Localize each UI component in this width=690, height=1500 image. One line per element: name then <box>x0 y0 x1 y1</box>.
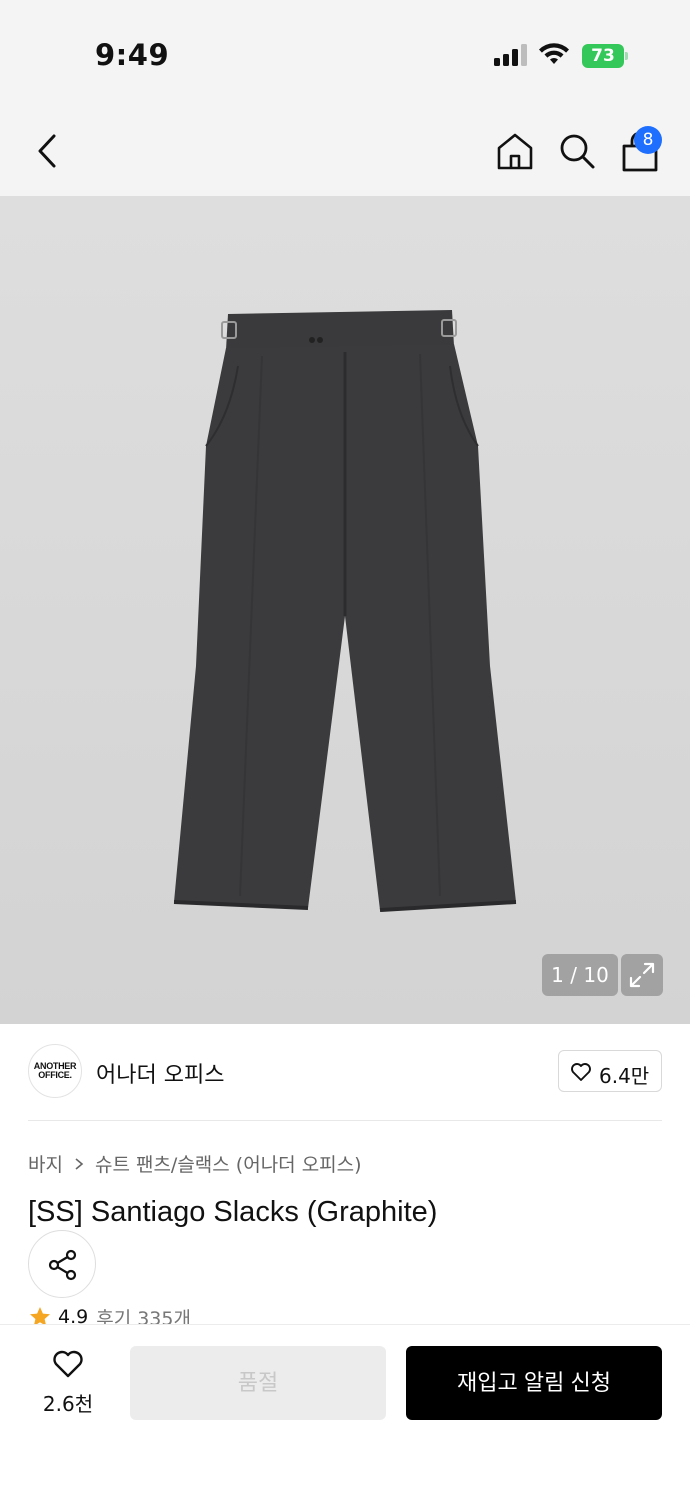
brand-logo-line2: OFFICE. <box>38 1070 72 1080</box>
soldout-button: 품절 <box>130 1346 386 1420</box>
status-time: 9:49 <box>95 38 170 72</box>
status-bar: 9:49 73 <box>0 0 690 100</box>
breadcrumb-category[interactable]: 바지 <box>28 1150 63 1177</box>
brand-name[interactable]: 어나더 오피스 <box>96 1057 224 1089</box>
breadcrumb: 바지 슈트 팬츠/슬랙스 (어나더 오피스) <box>28 1150 362 1177</box>
wishlist-count: 2.6천 <box>42 1392 94 1416</box>
brand-like-button[interactable]: 6.4만 <box>558 1050 662 1092</box>
brand-logo[interactable]: ANOTHER OFFICE. <box>28 1044 82 1098</box>
home-icon[interactable] <box>494 130 536 172</box>
share-button[interactable] <box>28 1230 96 1298</box>
share-icon <box>48 1249 77 1281</box>
image-counter: 1 / 10 <box>542 954 618 996</box>
restock-alert-button[interactable]: 재입고 알림 신청 <box>406 1346 662 1420</box>
battery-percent: 73 <box>591 46 615 66</box>
cart-count-badge: 8 <box>634 126 662 154</box>
back-button[interactable] <box>30 130 66 172</box>
cellular-signal-icon <box>494 44 528 66</box>
wishlist-button[interactable]: 2.6천 <box>28 1344 108 1424</box>
expand-icon <box>629 962 655 988</box>
product-title: [SS] Santiago Slacks (Graphite) <box>28 1196 438 1228</box>
heart-icon <box>571 1063 591 1081</box>
chevron-right-icon <box>75 1157 84 1170</box>
expand-button[interactable] <box>621 954 663 996</box>
breadcrumb-subcategory[interactable]: 슈트 팬츠/슬랙스 (어나더 오피스) <box>95 1150 362 1177</box>
search-icon[interactable] <box>556 130 598 172</box>
product-image-gallery[interactable] <box>0 196 690 1024</box>
battery-icon: 73 <box>582 44 628 68</box>
divider <box>28 1120 662 1121</box>
brand-like-count: 6.4만 <box>599 1064 650 1088</box>
product-photo-pants <box>173 310 517 912</box>
heart-icon <box>53 1350 83 1378</box>
wifi-icon <box>539 43 569 64</box>
